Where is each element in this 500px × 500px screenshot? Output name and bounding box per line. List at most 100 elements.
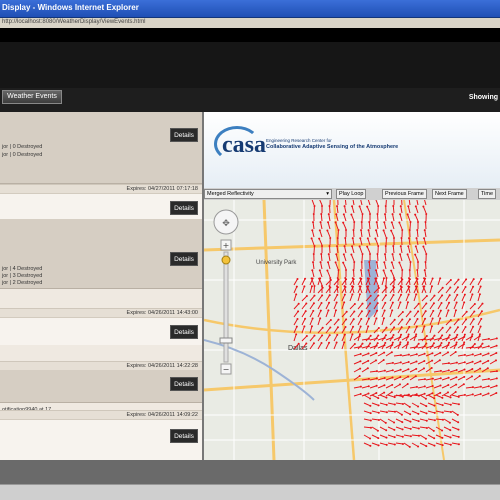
wind-arrow-head — [406, 301, 409, 304]
play-loop-button[interactable]: Play Loop — [336, 189, 367, 199]
wind-arrow-head — [472, 318, 475, 321]
wind-arrow-head — [312, 342, 315, 345]
wind-arrow-head — [367, 277, 370, 280]
wind-arrow-head — [415, 325, 418, 328]
wind-arrow-head — [376, 213, 379, 216]
wind-arrow-head — [391, 301, 394, 304]
zoom-slider-handle[interactable] — [219, 337, 233, 344]
wind-arrow-head — [415, 345, 418, 348]
wind-arrow-head — [377, 411, 380, 414]
wind-arrow-head — [417, 261, 419, 263]
address-url[interactable]: http://localhost:8080/WeatherDisplay/Vie… — [2, 19, 146, 25]
wind-arrow-head — [433, 404, 436, 407]
wind-arrow-head — [327, 309, 330, 312]
wind-arrow-head — [439, 309, 442, 312]
wind-arrow-head — [342, 261, 345, 264]
wind-arrow-head — [369, 437, 372, 440]
wind-arrow-head — [312, 213, 315, 216]
wind-arrow-head — [455, 343, 458, 346]
wind-arrow-head — [385, 326, 388, 329]
wind-arrow-head — [439, 377, 442, 380]
wind-arrow-head — [375, 221, 378, 224]
next-frame-button[interactable]: Next Frame — [432, 189, 467, 199]
weather-events-tab[interactable]: Weather Events — [2, 90, 62, 104]
wind-arrow-head — [318, 229, 321, 232]
wind-arrow-head — [433, 334, 436, 337]
time-select[interactable]: Time — [478, 189, 497, 199]
wind-arrow-head — [439, 391, 442, 394]
wind-arrow-head — [327, 221, 330, 224]
wind-arrow-head — [407, 293, 410, 296]
wind-arrow-head — [384, 205, 387, 208]
wind-arrow-head — [471, 346, 474, 349]
wind-arrow-head — [449, 436, 452, 439]
wind-arrow-head — [327, 261, 330, 264]
zoom-slider[interactable] — [223, 251, 229, 363]
wind-arrow-head — [335, 301, 338, 304]
wind-arrow-head — [312, 253, 315, 256]
wind-arrow-head — [424, 277, 427, 280]
wind-arrow-head — [441, 326, 444, 329]
wind-arrow-head — [456, 333, 459, 336]
wind-arrow-head — [455, 368, 458, 371]
wind-arrow-head — [377, 444, 380, 447]
wind-arrow-head — [425, 342, 428, 345]
wind-arrow-head — [479, 392, 482, 395]
casa-logo: casa — [222, 132, 266, 158]
details-button[interactable]: Details — [170, 429, 198, 443]
wind-arrow-head — [382, 317, 385, 320]
wind-arrow-head — [304, 277, 307, 280]
wind-arrow-head — [406, 213, 409, 216]
wind-arrow-head — [471, 375, 474, 378]
details-button[interactable]: Details — [170, 377, 198, 391]
wind-arrow-head — [417, 310, 420, 313]
wind-arrow-head — [382, 358, 385, 361]
event-line: jor | 0 Destroyed — [2, 152, 43, 158]
wind-arrow-head — [433, 411, 436, 414]
wind-arrow-head — [336, 205, 339, 208]
details-button[interactable]: Details — [170, 325, 198, 339]
wind-arrow-head — [368, 221, 371, 224]
wind-arrow-head — [463, 293, 466, 296]
wind-arrow-head — [377, 245, 380, 248]
wind-arrow-head — [449, 286, 452, 289]
wind-arrow-head — [433, 419, 436, 422]
wind-arrow-head — [463, 341, 466, 344]
wind-arrow-head — [487, 392, 490, 395]
wind-arrow-head — [391, 369, 394, 372]
wind-arrow-head — [425, 445, 428, 448]
wind-arrow-head — [385, 403, 388, 406]
wind-arrow-head — [399, 253, 402, 256]
address-bar[interactable]: http://localhost:8080/WeatherDisplay/Vie… — [0, 18, 500, 28]
map-canvas[interactable]: University Park Dallas ✥ + − — [204, 197, 500, 460]
wind-arrow-head — [350, 213, 353, 216]
wind-arrow-head — [376, 253, 379, 256]
wind-arrow-head — [383, 351, 386, 354]
previous-frame-button[interactable]: Previous Frame — [382, 189, 427, 199]
wind-arrow-head — [449, 326, 452, 329]
layer-select[interactable]: Merged Reflectivity ▾ — [204, 189, 332, 199]
wind-arrow-head — [383, 376, 386, 379]
wind-arrow-head — [431, 337, 434, 340]
event-line: jor | 3 Destroyed — [2, 273, 43, 279]
wind-arrow-head — [335, 213, 338, 216]
wind-arrow-head — [358, 205, 361, 208]
wind-arrow-head — [384, 245, 387, 248]
details-button[interactable]: Details — [170, 128, 198, 142]
street-view-pegman-icon[interactable] — [221, 255, 231, 265]
wind-arrow-head — [393, 318, 396, 321]
details-button[interactable]: Details — [170, 252, 198, 266]
wind-arrow-head — [353, 310, 356, 313]
wind-arrow-head — [455, 361, 458, 364]
wind-arrow-head — [360, 269, 363, 272]
wind-arrow-head — [481, 302, 484, 305]
wind-arrow-head — [487, 345, 490, 348]
details-button[interactable]: Details — [170, 201, 198, 215]
wind-arrow-head — [417, 405, 420, 408]
wind-arrow-head — [432, 302, 435, 305]
wind-arrow-head — [311, 317, 314, 320]
wind-arrow-head — [424, 317, 427, 320]
wind-arrow-head — [431, 384, 434, 387]
wind-arrow-head — [392, 333, 395, 336]
wind-arrow-head — [409, 435, 412, 438]
